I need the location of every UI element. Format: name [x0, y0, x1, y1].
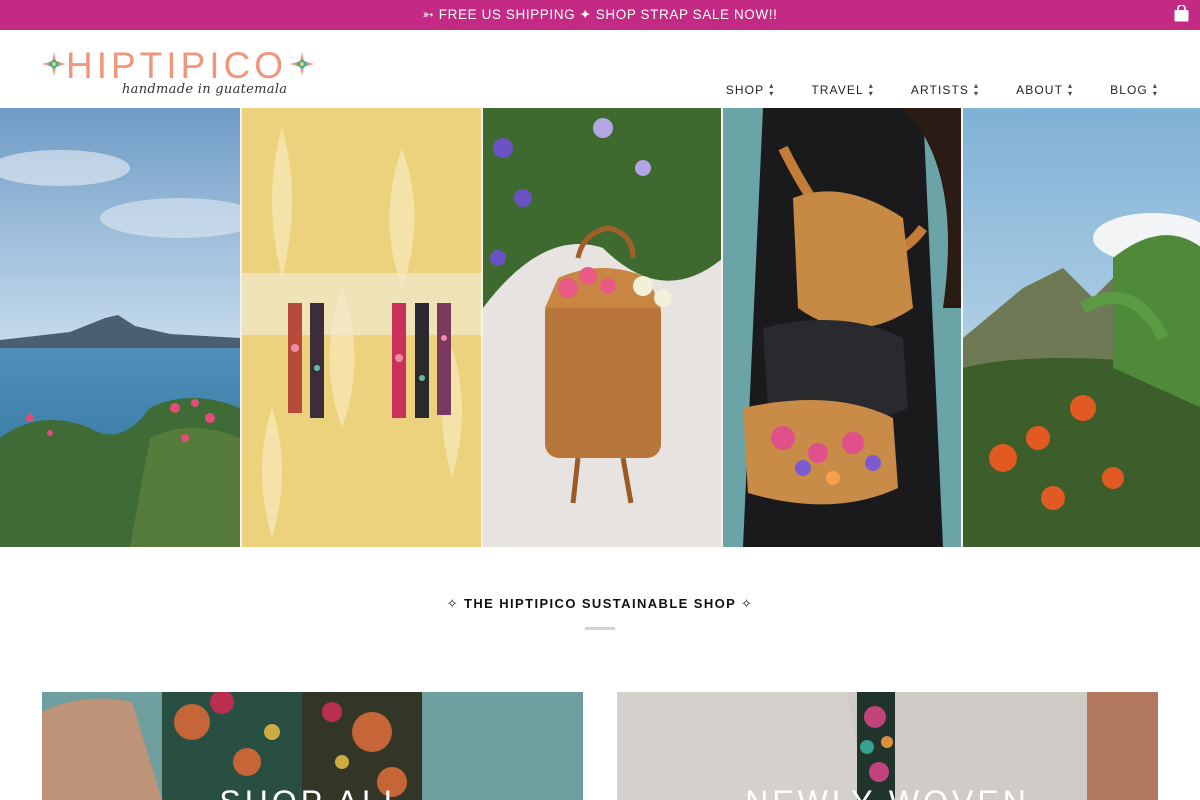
- logo-star-icon: [290, 52, 314, 76]
- leather-backpack-flowers-photo: [483, 108, 721, 547]
- nav-item-about[interactable]: ABOUT ▴ ▾: [1016, 82, 1073, 98]
- collection-label[interactable]: NEWLY WOVEN: [617, 784, 1158, 800]
- collection-tile-newly-woven[interactable]: NEWLY WOVEN: [617, 692, 1158, 800]
- hero-panel-straps[interactable]: [240, 108, 481, 547]
- shopping-bag-icon[interactable]: [1174, 5, 1189, 22]
- up-down-arrow-icon: ▴ ▾: [769, 81, 775, 98]
- collection-label[interactable]: SHOP ALL: [42, 784, 583, 800]
- announcement-text[interactable]: ➳ FREE US SHIPPING ✦ SHOP STRAP SALE NOW…: [423, 7, 778, 23]
- nav-label: ARTISTS: [910, 83, 970, 97]
- logo-star-icon: [42, 52, 66, 76]
- announcement-bar[interactable]: ➳ FREE US SHIPPING ✦ SHOP STRAP SALE NOW…: [0, 0, 1200, 30]
- brand-name: HIPTIPICO: [66, 45, 288, 86]
- camera-straps-photo: [242, 108, 481, 547]
- collection-tile-shop-all[interactable]: SHOP ALL: [42, 692, 583, 800]
- section-divider: [585, 627, 615, 630]
- brand-logo[interactable]: HIPTIPICO handmade in guatemala: [40, 46, 320, 108]
- section-title: ✧ THE HIPTIPICO SUSTAINABLE SHOP ✧: [446, 596, 754, 611]
- nav-item-blog[interactable]: BLOG ▴ ▾: [1110, 82, 1158, 98]
- nav-item-travel[interactable]: TRAVEL ▴ ▾: [811, 82, 874, 98]
- fanny-packs-photo: [723, 108, 961, 547]
- lake-volcano-photo: [0, 108, 240, 547]
- hero-panel-backpack[interactable]: [481, 108, 721, 547]
- hero-panel-mountains[interactable]: [961, 108, 1200, 547]
- up-down-arrow-icon: ▴ ▾: [1152, 81, 1158, 98]
- main-nav: SHOP ▴ ▾ TRAVEL ▴ ▾ ARTISTS ▴ ▾ ABOUT ▴ ▾ BL…: [726, 82, 1158, 98]
- nav-item-shop[interactable]: SHOP ▴ ▾: [726, 82, 775, 98]
- hero-panel-fanny-packs[interactable]: [721, 108, 961, 547]
- up-down-arrow-icon: ▴ ▾: [974, 81, 980, 98]
- brand-tagline: handmade in guatemala: [122, 82, 288, 97]
- hero-panel-lake[interactable]: [0, 108, 240, 547]
- nav-item-artists[interactable]: ARTISTS ▴ ▾: [911, 82, 979, 98]
- mountain-banana-plants-photo: [963, 108, 1200, 547]
- site-header: HIPTIPICO handmade in guatemala SHOP ▴ ▾ …: [0, 30, 1200, 108]
- nav-label: ABOUT: [1016, 83, 1063, 97]
- nav-label: SHOP: [725, 83, 765, 97]
- nav-label: TRAVEL: [811, 83, 864, 97]
- nav-label: BLOG: [1110, 83, 1148, 97]
- up-down-arrow-icon: ▴ ▾: [868, 81, 874, 98]
- up-down-arrow-icon: ▴ ▾: [1068, 81, 1074, 98]
- hero-banner[interactable]: [0, 108, 1200, 547]
